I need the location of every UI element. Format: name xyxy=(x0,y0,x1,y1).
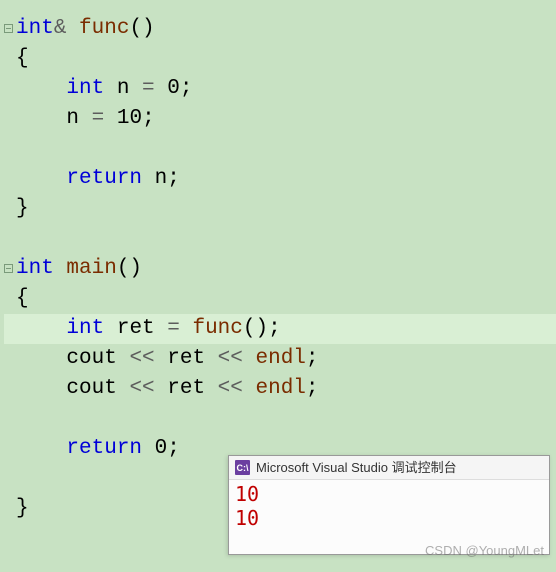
parens: () xyxy=(129,17,154,40)
code-line[interactable] xyxy=(4,224,556,254)
brace: { xyxy=(16,47,29,70)
literal: 0 xyxy=(155,77,180,100)
console-output[interactable]: 10 10 xyxy=(229,480,549,532)
code-line[interactable]: { xyxy=(4,284,556,314)
operator: = xyxy=(92,107,105,130)
semicolon: ; xyxy=(306,377,319,400)
operator: << xyxy=(218,377,243,400)
identifier: cout xyxy=(66,347,129,370)
identifier: n xyxy=(66,107,91,130)
operator: << xyxy=(218,347,243,370)
code-line[interactable]: n = 10; xyxy=(4,104,556,134)
console-line: 10 xyxy=(235,482,543,506)
literal: 10 xyxy=(104,107,142,130)
identifier: ret xyxy=(104,317,167,340)
code-line[interactable]: int& func() xyxy=(4,14,556,44)
identifier: cout xyxy=(66,377,129,400)
operator: << xyxy=(129,377,154,400)
semicolon: ; xyxy=(142,107,155,130)
code-line[interactable]: cout << ret << endl; xyxy=(4,374,556,404)
semicolon: ; xyxy=(167,437,180,460)
code-line-current[interactable]: int ret = func(); xyxy=(4,314,556,344)
console-titlebar[interactable]: C:\ Microsoft Visual Studio 调试控制台 xyxy=(229,456,549,480)
keyword: int xyxy=(66,77,104,100)
console-title-text: Microsoft Visual Studio 调试控制台 xyxy=(256,453,457,483)
parens: () xyxy=(117,257,142,280)
identifier: endl xyxy=(256,377,306,400)
code-line[interactable] xyxy=(4,134,556,164)
function-name: func xyxy=(79,17,129,40)
watermark-text: CSDN @YoungMLet xyxy=(425,536,544,566)
operator: << xyxy=(129,347,154,370)
function-call: func xyxy=(192,317,242,340)
keyword: return xyxy=(66,437,142,460)
code-line[interactable]: { xyxy=(4,44,556,74)
console-line: 10 xyxy=(235,506,543,530)
keyword: return xyxy=(66,167,142,190)
operator: = xyxy=(167,317,180,340)
code-line[interactable]: cout << ret << endl; xyxy=(4,344,556,374)
identifier: ret xyxy=(155,377,218,400)
identifier: endl xyxy=(256,347,306,370)
code-line[interactable]: int main() xyxy=(4,254,556,284)
code-line[interactable]: return n; xyxy=(4,164,556,194)
parens: () xyxy=(243,317,268,340)
semicolon: ; xyxy=(167,167,180,190)
semicolon: ; xyxy=(268,317,281,340)
collapse-icon[interactable] xyxy=(4,24,13,33)
code-editor[interactable]: int& func() { int n = 0; n = 10; return … xyxy=(0,0,556,524)
keyword: int xyxy=(16,17,54,40)
function-name: main xyxy=(54,257,117,280)
operator: = xyxy=(142,77,155,100)
semicolon: ; xyxy=(306,347,319,370)
identifier: n xyxy=(142,167,167,190)
semicolon: ; xyxy=(180,77,193,100)
operator: & xyxy=(54,17,67,40)
code-line[interactable] xyxy=(4,404,556,434)
identifier: ret xyxy=(155,347,218,370)
keyword: int xyxy=(16,257,54,280)
literal: 0 xyxy=(142,437,167,460)
code-line[interactable]: } xyxy=(4,194,556,224)
identifier: n xyxy=(104,77,142,100)
brace: } xyxy=(16,197,29,220)
console-icon: C:\ xyxy=(235,460,250,475)
collapse-icon[interactable] xyxy=(4,264,13,273)
keyword: int xyxy=(66,317,104,340)
code-line[interactable]: int n = 0; xyxy=(4,74,556,104)
brace: { xyxy=(16,287,29,310)
brace: } xyxy=(16,497,29,520)
